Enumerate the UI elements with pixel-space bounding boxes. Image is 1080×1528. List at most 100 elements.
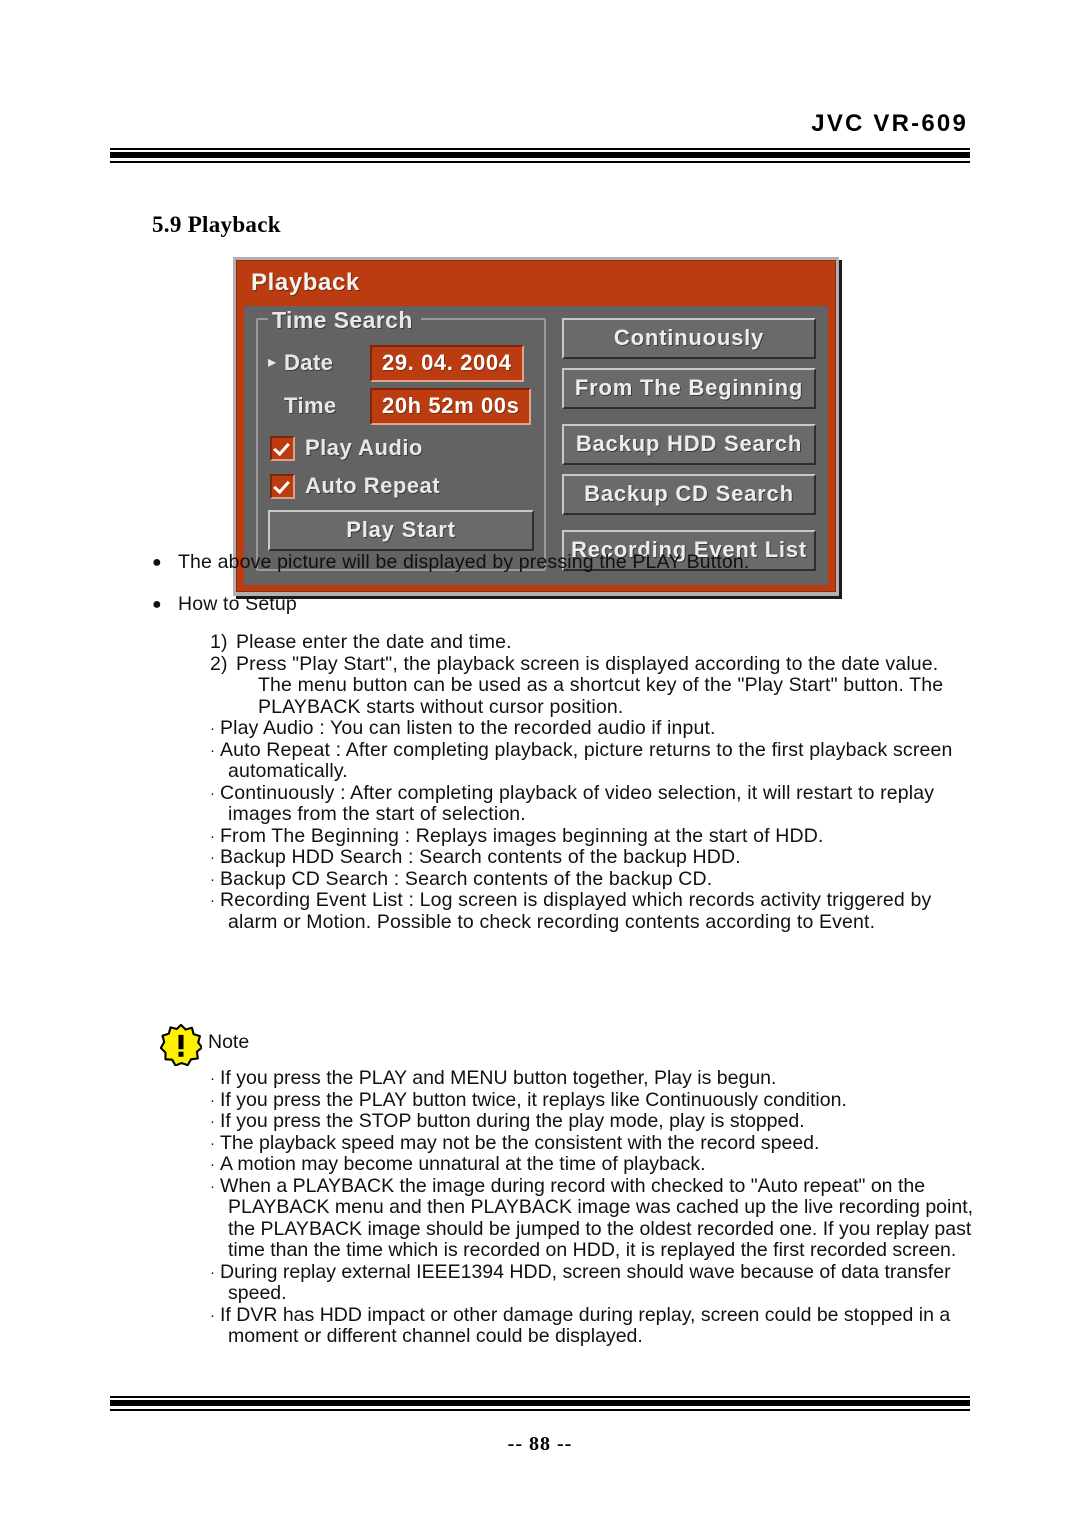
note-header: Note (152, 1023, 982, 1067)
description-body: From The Beginning : Replays images begi… (220, 824, 982, 848)
filled-circle-bullet-icon: ● (152, 554, 162, 571)
note-title: Note (208, 1031, 250, 1054)
osd-body: Time Search ▸ Date 29. 04. 2004 ▸ Time 2… (244, 306, 828, 585)
middot-bullet-icon: · (210, 1156, 215, 1173)
list-item: · Auto Repeat : After completing playbac… (210, 738, 982, 783)
date-field-row[interactable]: ▸ Date 29. 04. 2004 (268, 344, 534, 382)
note-items-list: · If you press the PLAY and MENU button … (210, 1067, 982, 1348)
step-marker: 2) (210, 652, 228, 675)
description-line-cont: images from the start of selection. (228, 803, 526, 825)
play-audio-checkbox[interactable] (270, 435, 295, 461)
middot-bullet-icon: · (210, 741, 216, 759)
middot-bullet-icon: · (210, 720, 216, 737)
time-value[interactable]: 20h 52m 00s (370, 387, 532, 425)
middot-bullet-icon: · (210, 1134, 215, 1152)
list-item: · If DVR has HDD impact or other damage … (210, 1304, 982, 1348)
description-body: Backup HDD Search : Search contents of t… (220, 846, 982, 869)
auto-repeat-row[interactable]: Auto Repeat (270, 470, 534, 502)
middot-bullet-icon: · (210, 1091, 215, 1109)
play-start-button[interactable]: Play Start (268, 510, 534, 551)
body-copy: ● The above picture will be displayed by… (152, 551, 982, 933)
description-line-cont: automatically. (228, 760, 348, 782)
description-body: Play Audio : You can listen to the recor… (220, 717, 982, 740)
time-search-groupbox: Time Search ▸ Date 29. 04. 2004 ▸ Time 2… (256, 307, 546, 571)
description-line: Auto Repeat : After completing playback,… (220, 738, 953, 761)
list-item: · Play Audio : You can listen to the rec… (210, 717, 982, 740)
date-value[interactable]: 29. 04. 2004 (370, 344, 524, 382)
time-field-row[interactable]: ▸ Time 20h 52m 00s (268, 387, 534, 425)
list-item: 1) Please enter the date and time. (210, 631, 982, 654)
step-line-cont: PLAYBACK starts without cursor position. (258, 695, 624, 718)
note-item-body: The playback speed may not be the consis… (220, 1132, 982, 1155)
cursor-arrow-placeholder-icon: ▸ (268, 398, 282, 414)
list-item: · During replay external IEEE1394 HDD, s… (210, 1261, 982, 1305)
play-audio-row[interactable]: Play Audio (270, 432, 534, 464)
list-item: · If you press the PLAY button twice, it… (210, 1089, 982, 1112)
description-line: From The Beginning : Replays images begi… (220, 824, 824, 847)
filled-circle-bullet-icon-2: ● (152, 596, 162, 613)
page-footer: -- 88 -- (110, 1396, 970, 1456)
middot-bullet-icon: · (210, 1306, 215, 1324)
step-line-cont: The menu button can be used as a shortcu… (258, 674, 944, 696)
description-line: Play Audio : You can listen to the recor… (220, 717, 716, 739)
auto-repeat-checkbox[interactable] (270, 473, 295, 499)
note-item-body: If DVR has HDD impact or other damage du… (220, 1304, 982, 1348)
middot-bullet-icon: · (210, 1263, 215, 1281)
list-item: · Recording Event List : Log screen is d… (210, 889, 982, 933)
middot-bullet-icon: · (210, 870, 216, 888)
backup-hdd-search-button[interactable]: Backup HDD Search (562, 424, 816, 465)
feature-descriptions-list: · Play Audio : You can listen to the rec… (210, 717, 982, 933)
note-line: A motion may become unnatural at the tim… (220, 1153, 706, 1175)
continuously-button[interactable]: Continuously (562, 318, 816, 359)
step-body: Please enter the date and time. (236, 631, 982, 654)
list-item: · Backup CD Search : Search contents of … (210, 867, 982, 891)
note-item-body: A motion may become unnatural at the tim… (220, 1153, 982, 1176)
note-line-cont: the PLAYBACK image should be jumped to t… (228, 1217, 972, 1240)
list-item: · If you press the PLAY and MENU button … (210, 1067, 982, 1090)
intro-bullet-line: ● The above picture will be displayed by… (152, 551, 982, 574)
step-line: Please enter the date and time. (236, 631, 512, 653)
note-item-body: When a PLAYBACK the image during record … (220, 1174, 982, 1262)
description-body: Recording Event List : Log screen is dis… (220, 889, 982, 933)
middot-bullet-icon: · (210, 849, 216, 866)
setup-steps-list: 1) Please enter the date and time. 2) Pr… (210, 631, 982, 719)
note-item-body: If you press the PLAY and MENU button to… (220, 1067, 982, 1090)
auto-repeat-label: Auto Repeat (305, 473, 441, 498)
note-line-cont: time than the time which is recorded on … (228, 1239, 957, 1261)
list-item: · The playback speed may not be the cons… (210, 1132, 982, 1155)
from-the-beginning-button[interactable]: From The Beginning (562, 368, 816, 409)
time-label: Time (284, 393, 337, 418)
note-item-body: If you press the STOP button during the … (220, 1110, 982, 1133)
note-line-cont: PLAYBACK menu and then PLAYBACK image wa… (228, 1196, 974, 1218)
list-item: 2) Press "Play Start", the playback scre… (210, 652, 982, 719)
step-line: Press "Play Start", the playback screen … (236, 652, 939, 675)
step-body: Press "Play Start", the playback screen … (236, 652, 982, 719)
backup-cd-search-button[interactable]: Backup CD Search (562, 474, 816, 515)
middot-bullet-icon: · (210, 1070, 215, 1087)
list-item: · When a PLAYBACK the image during recor… (210, 1174, 982, 1262)
description-line-cont: alarm or Motion. Possible to check recor… (228, 910, 876, 933)
document-title: JVC VR-609 (811, 110, 968, 137)
description-line: Backup HDD Search : Search contents of t… (220, 846, 741, 868)
description-line: Recording Event List : Log screen is dis… (220, 889, 932, 911)
middot-bullet-icon: · (210, 784, 216, 802)
note-block: Note · If you press the PLAY and MENU bu… (152, 1023, 982, 1348)
middot-bullet-icon: · (210, 1113, 215, 1130)
note-line: When a PLAYBACK the image during record … (220, 1174, 926, 1197)
step-marker: 1) (210, 631, 228, 653)
howto-bullet-line: ● How to Setup (152, 593, 982, 616)
header-rule (110, 148, 970, 163)
description-line: Backup CD Search : Search contents of th… (220, 867, 713, 890)
action-buttons-column: Continuously From The Beginning Backup H… (562, 318, 816, 571)
playback-osd-window: Playback Time Search ▸ Date 29. 04. 2004… (233, 257, 839, 596)
list-item: · Backup HDD Search : Search contents of… (210, 846, 982, 869)
osd-title: Playback (237, 261, 835, 306)
cursor-arrow-icon: ▸ (268, 354, 277, 371)
warning-starburst-icon (159, 1023, 204, 1067)
description-body: Backup CD Search : Search contents of th… (220, 867, 982, 891)
list-item: · A motion may become unnatural at the t… (210, 1153, 982, 1176)
time-search-column: Time Search ▸ Date 29. 04. 2004 ▸ Time 2… (256, 307, 546, 571)
middot-bullet-icon: · (210, 892, 216, 909)
note-line: If you press the STOP button during the … (220, 1110, 805, 1132)
